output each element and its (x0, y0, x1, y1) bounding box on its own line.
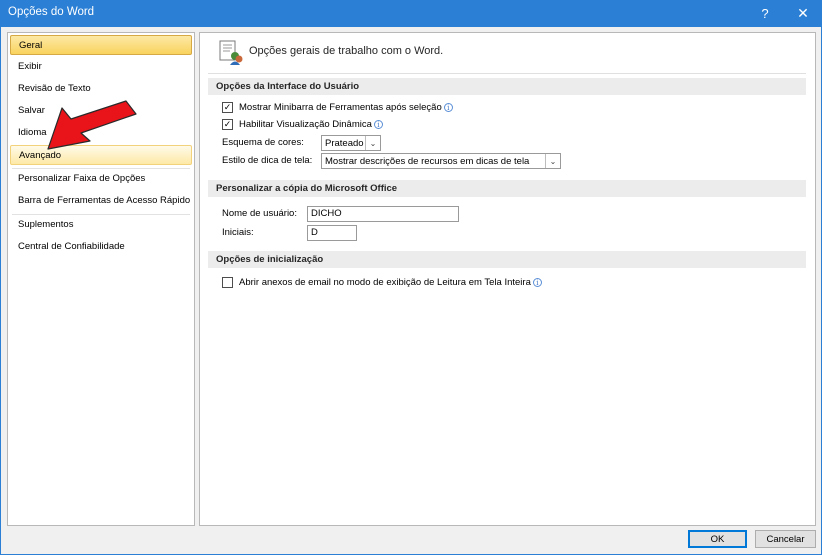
dialog-client-area: Geral Exibir Revisão de Texto Salvar Idi… (0, 27, 822, 555)
username-field[interactable]: DICHO (307, 206, 459, 222)
sidebar-item-avancado[interactable]: Avançado (10, 145, 192, 165)
title-bar: Opções do Word ? ✕ (0, 0, 822, 27)
live-preview-label: Habilitar Visualização Dinâmica (239, 119, 372, 130)
live-preview-option: ✓ Habilitar Visualização Dinâmica i (222, 119, 383, 130)
chevron-down-icon: ⌄ (365, 136, 380, 150)
open-attachments-label: Abrir anexos de email no modo de exibiçã… (239, 277, 531, 288)
color-scheme-label: Esquema de cores: (222, 137, 304, 148)
info-icon: i (443, 103, 453, 112)
sidebar-item-geral[interactable]: Geral (10, 35, 192, 55)
tooltip-style-select[interactable]: Mostrar descrições de recursos em dicas … (321, 153, 561, 169)
section-ui-options: Opções da Interface do Usuário (208, 78, 806, 95)
open-attachments-option: Abrir anexos de email no modo de exibiçã… (222, 277, 542, 288)
header-divider (208, 73, 806, 74)
sidebar-item-salvar[interactable]: Salvar (10, 101, 192, 121)
initials-label: Iniciais: (222, 227, 254, 238)
initials-field[interactable]: D (307, 225, 357, 241)
sidebar-item-revisao-de-texto[interactable]: Revisão de Texto (10, 79, 192, 99)
minibar-checkbox[interactable]: ✓ (222, 102, 233, 113)
live-preview-checkbox[interactable]: ✓ (222, 119, 233, 130)
chevron-down-icon: ⌄ (545, 154, 560, 168)
tooltip-style-label: Estilo de dica de tela: (222, 155, 313, 166)
info-icon: i (532, 278, 542, 287)
panel-header: Opções gerais de trabalho com o Word. (249, 45, 444, 57)
color-scheme-select[interactable]: Prateado ⌄ (321, 135, 381, 151)
tooltip-style-value: Mostrar descrições de recursos em dicas … (325, 155, 530, 167)
open-attachments-checkbox[interactable] (222, 277, 233, 288)
color-scheme-value: Prateado (325, 137, 364, 149)
minibar-option: ✓ Mostrar Minibarra de Ferramentas após … (222, 102, 453, 113)
cancel-button[interactable]: Cancelar (755, 530, 816, 548)
section-personalize: Personalizar a cópia do Microsoft Office (208, 180, 806, 197)
options-sidebar: Geral Exibir Revisão de Texto Salvar Idi… (7, 32, 195, 526)
window-title: Opções do Word (8, 6, 95, 18)
general-options-icon (219, 40, 243, 65)
sidebar-item-central-confiabilidade[interactable]: Central de Confiabilidade (10, 237, 192, 257)
info-icon: i (373, 120, 383, 129)
sidebar-item-suplementos[interactable]: Suplementos (10, 215, 192, 235)
sidebar-item-exibir[interactable]: Exibir (10, 57, 192, 77)
sidebar-item-idioma[interactable]: Idioma (10, 123, 192, 143)
username-label: Nome de usuário: (222, 208, 297, 219)
section-startup: Opções de inicialização (208, 251, 806, 268)
close-button[interactable]: ✕ (786, 0, 820, 27)
options-panel: Opções gerais de trabalho com o Word. Op… (199, 32, 816, 526)
minibar-label: Mostrar Minibarra de Ferramentas após se… (239, 102, 442, 113)
ok-button[interactable]: OK (688, 530, 747, 548)
sidebar-item-personalizar-faixa[interactable]: Personalizar Faixa de Opções (10, 169, 192, 189)
sidebar-item-barra-acesso-rapido[interactable]: Barra de Ferramentas de Acesso Rápido (10, 191, 192, 211)
help-button[interactable]: ? (748, 0, 782, 27)
